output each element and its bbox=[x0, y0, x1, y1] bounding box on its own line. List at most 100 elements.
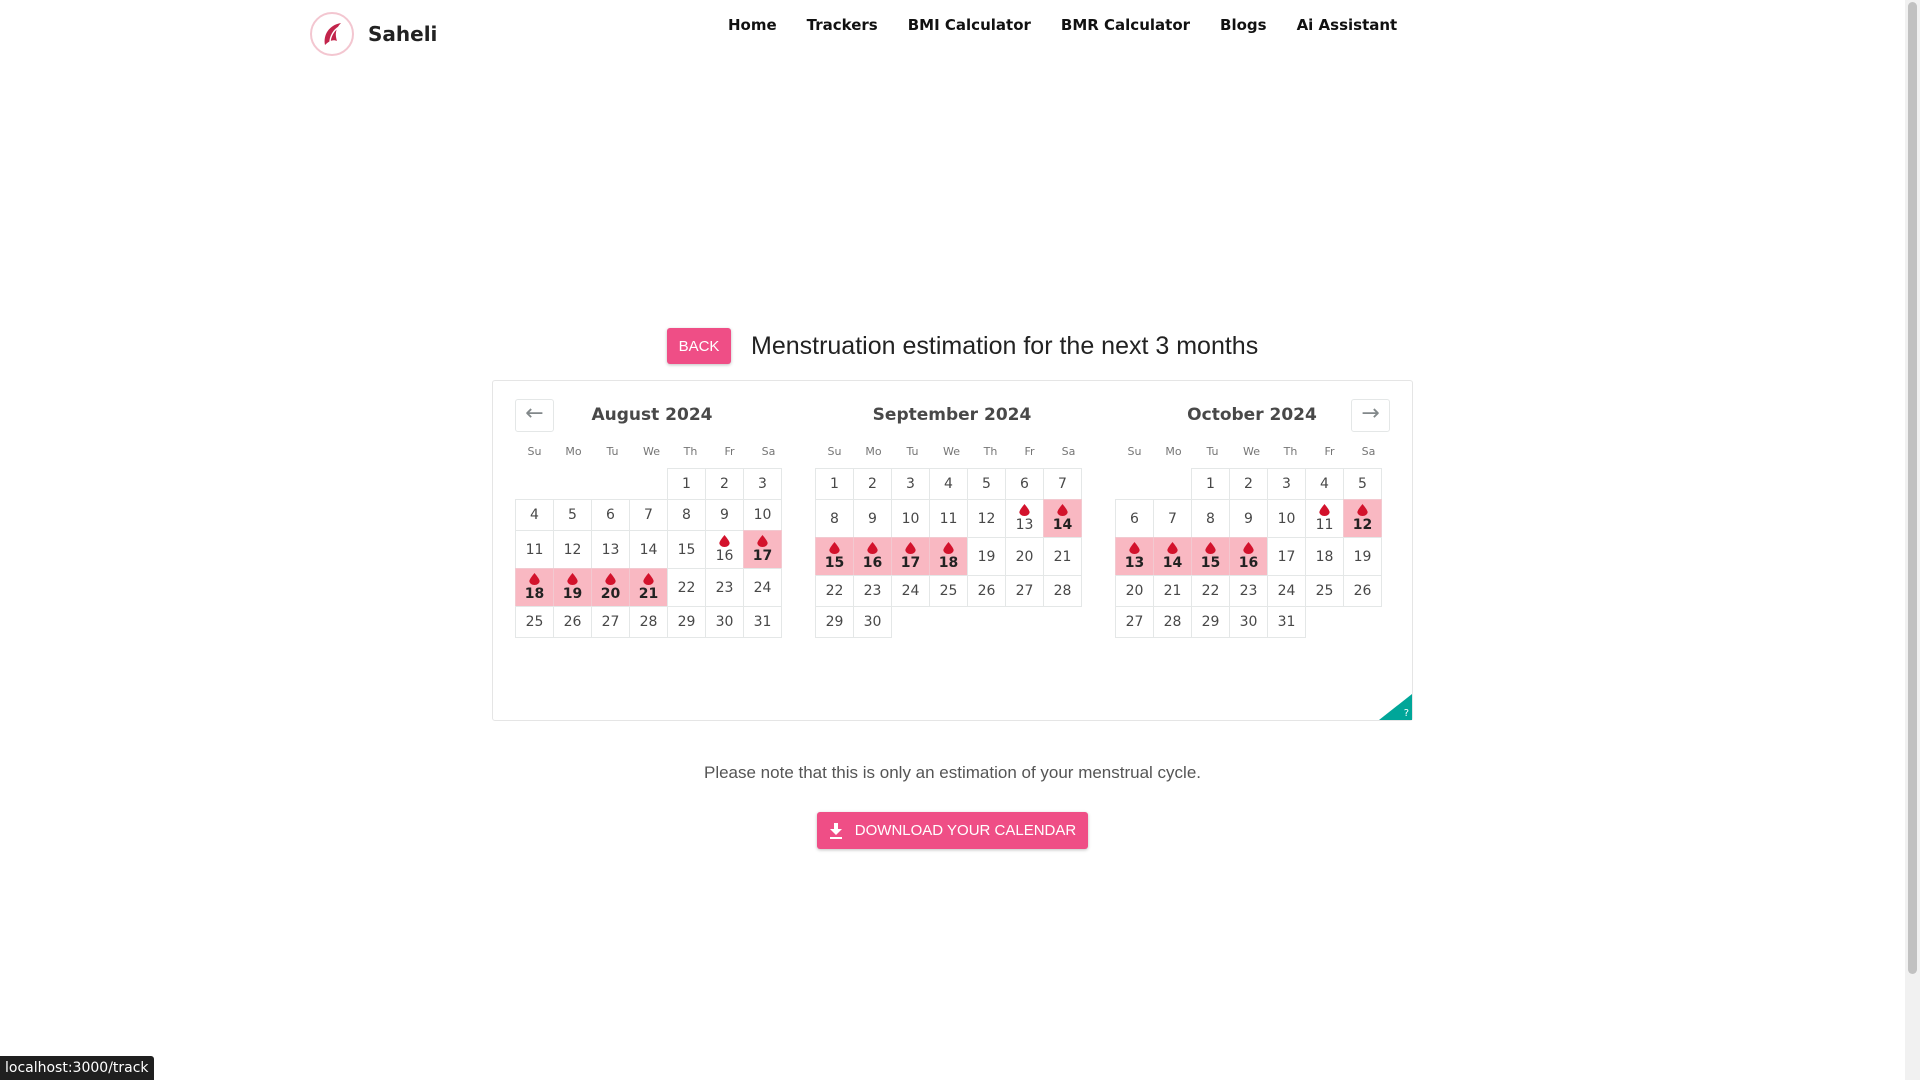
day-cell[interactable]: 22 bbox=[815, 575, 854, 607]
day-cell[interactable]: 9 bbox=[1229, 499, 1268, 538]
day-cell[interactable]: 23 bbox=[1229, 575, 1268, 607]
day-cell[interactable]: 20 bbox=[1005, 537, 1044, 576]
help-icon[interactable]: ? bbox=[1404, 708, 1409, 719]
period-day-cell[interactable]: 18 bbox=[929, 537, 968, 576]
period-day-cell[interactable]: 11 bbox=[1305, 499, 1344, 538]
day-cell[interactable]: 5 bbox=[967, 468, 1006, 500]
day-cell[interactable]: 7 bbox=[629, 499, 668, 531]
period-day-cell[interactable]: 14 bbox=[1153, 537, 1192, 576]
day-cell[interactable]: 10 bbox=[1267, 499, 1306, 538]
day-cell[interactable]: 29 bbox=[667, 606, 706, 638]
period-day-cell[interactable]: 13 bbox=[1005, 499, 1044, 538]
day-cell[interactable]: 20 bbox=[1115, 575, 1154, 607]
day-cell[interactable]: 26 bbox=[967, 575, 1006, 607]
nav-ai-assistant[interactable]: Ai Assistant bbox=[1297, 16, 1398, 34]
day-cell[interactable]: 3 bbox=[743, 468, 782, 500]
period-day-cell[interactable]: 15 bbox=[815, 537, 854, 576]
day-cell[interactable]: 30 bbox=[853, 606, 892, 638]
day-cell[interactable]: 2 bbox=[1229, 468, 1268, 500]
day-cell[interactable]: 17 bbox=[1267, 537, 1306, 576]
day-cell[interactable]: 9 bbox=[705, 499, 744, 531]
day-cell[interactable]: 6 bbox=[1115, 499, 1154, 538]
day-cell[interactable]: 29 bbox=[815, 606, 854, 638]
day-cell[interactable]: 23 bbox=[853, 575, 892, 607]
day-cell[interactable]: 19 bbox=[1343, 537, 1382, 576]
period-day-cell[interactable]: 21 bbox=[629, 568, 668, 607]
back-button[interactable]: BACK bbox=[667, 328, 731, 364]
day-cell[interactable]: 26 bbox=[553, 606, 592, 638]
day-cell[interactable]: 27 bbox=[1005, 575, 1044, 607]
day-cell[interactable]: 4 bbox=[515, 499, 554, 531]
day-cell[interactable]: 2 bbox=[853, 468, 892, 500]
nav-bmi-calculator[interactable]: BMI Calculator bbox=[908, 16, 1031, 34]
scrollbar-thumb[interactable] bbox=[1908, 2, 1917, 974]
period-day-cell[interactable]: 20 bbox=[591, 568, 630, 607]
day-cell[interactable]: 28 bbox=[1153, 606, 1192, 638]
day-cell[interactable]: 27 bbox=[591, 606, 630, 638]
day-cell[interactable]: 4 bbox=[929, 468, 968, 500]
day-cell[interactable]: 8 bbox=[667, 499, 706, 531]
nav-trackers[interactable]: Trackers bbox=[807, 16, 878, 34]
day-cell[interactable]: 8 bbox=[815, 499, 854, 538]
day-cell[interactable]: 21 bbox=[1043, 537, 1082, 576]
day-cell[interactable]: 13 bbox=[591, 530, 630, 569]
day-cell[interactable]: 5 bbox=[553, 499, 592, 531]
day-cell[interactable]: 26 bbox=[1343, 575, 1382, 607]
day-cell[interactable]: 3 bbox=[891, 468, 930, 500]
period-day-cell[interactable]: 16 bbox=[705, 530, 744, 569]
day-cell[interactable]: 31 bbox=[743, 606, 782, 638]
day-cell[interactable]: 24 bbox=[743, 568, 782, 607]
nav-bmr-calculator[interactable]: BMR Calculator bbox=[1061, 16, 1190, 34]
day-cell[interactable]: 1 bbox=[815, 468, 854, 500]
day-cell[interactable]: 12 bbox=[553, 530, 592, 569]
day-cell[interactable]: 10 bbox=[891, 499, 930, 538]
period-day-cell[interactable]: 17 bbox=[743, 530, 782, 569]
period-day-cell[interactable]: 12 bbox=[1343, 499, 1382, 538]
day-cell[interactable]: 11 bbox=[929, 499, 968, 538]
period-day-cell[interactable]: 16 bbox=[1229, 537, 1268, 576]
period-day-cell[interactable]: 18 bbox=[515, 568, 554, 607]
day-cell[interactable]: 7 bbox=[1153, 499, 1192, 538]
day-cell[interactable]: 18 bbox=[1305, 537, 1344, 576]
day-cell[interactable]: 25 bbox=[1305, 575, 1344, 607]
day-cell[interactable]: 28 bbox=[1043, 575, 1082, 607]
period-day-cell[interactable]: 19 bbox=[553, 568, 592, 607]
day-cell[interactable]: 22 bbox=[1191, 575, 1230, 607]
day-cell[interactable]: 12 bbox=[967, 499, 1006, 538]
day-cell[interactable]: 5 bbox=[1343, 468, 1382, 500]
period-day-cell[interactable]: 15 bbox=[1191, 537, 1230, 576]
day-cell[interactable]: 23 bbox=[705, 568, 744, 607]
day-cell[interactable]: 8 bbox=[1191, 499, 1230, 538]
day-cell[interactable]: 21 bbox=[1153, 575, 1192, 607]
nav-home[interactable]: Home bbox=[728, 16, 777, 34]
day-cell[interactable]: 28 bbox=[629, 606, 668, 638]
day-cell[interactable]: 6 bbox=[1005, 468, 1044, 500]
day-cell[interactable]: 25 bbox=[929, 575, 968, 607]
day-cell[interactable]: 31 bbox=[1267, 606, 1306, 638]
brand[interactable]: Saheli bbox=[310, 12, 437, 56]
day-cell[interactable]: 6 bbox=[591, 499, 630, 531]
day-cell[interactable]: 27 bbox=[1115, 606, 1154, 638]
page-scrollbar[interactable] bbox=[1905, 0, 1920, 1080]
day-cell[interactable]: 19 bbox=[967, 537, 1006, 576]
day-cell[interactable]: 7 bbox=[1043, 468, 1082, 500]
day-cell[interactable]: 24 bbox=[891, 575, 930, 607]
day-cell[interactable]: 25 bbox=[515, 606, 554, 638]
day-cell[interactable]: 9 bbox=[853, 499, 892, 538]
day-cell[interactable]: 30 bbox=[705, 606, 744, 638]
day-cell[interactable]: 14 bbox=[629, 530, 668, 569]
day-cell[interactable]: 2 bbox=[705, 468, 744, 500]
period-day-cell[interactable]: 14 bbox=[1043, 499, 1082, 538]
day-cell[interactable]: 3 bbox=[1267, 468, 1306, 500]
day-cell[interactable]: 1 bbox=[1191, 468, 1230, 500]
day-cell[interactable]: 11 bbox=[515, 530, 554, 569]
day-cell[interactable]: 10 bbox=[743, 499, 782, 531]
period-day-cell[interactable]: 13 bbox=[1115, 537, 1154, 576]
day-cell[interactable]: 1 bbox=[667, 468, 706, 500]
day-cell[interactable]: 22 bbox=[667, 568, 706, 607]
day-cell[interactable]: 4 bbox=[1305, 468, 1344, 500]
period-day-cell[interactable]: 16 bbox=[853, 537, 892, 576]
period-day-cell[interactable]: 17 bbox=[891, 537, 930, 576]
day-cell[interactable]: 30 bbox=[1229, 606, 1268, 638]
day-cell[interactable]: 29 bbox=[1191, 606, 1230, 638]
